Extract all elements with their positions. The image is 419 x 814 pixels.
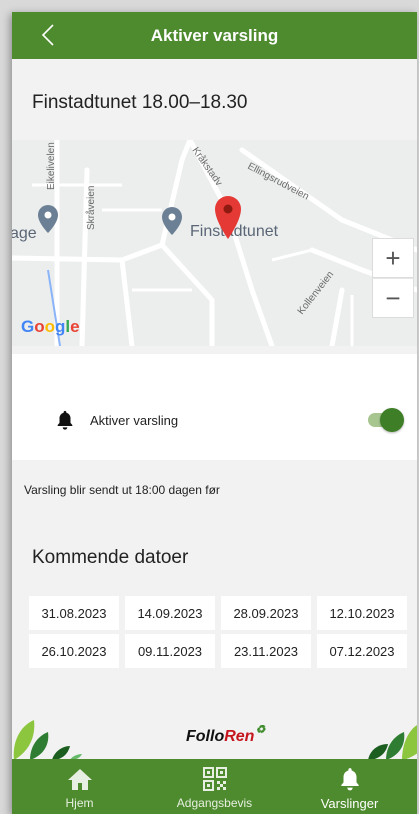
zoom-in-button[interactable]: +	[372, 238, 414, 278]
leaves-decoration	[13, 720, 82, 760]
nav-item-home[interactable]: Hjem	[12, 759, 147, 814]
google-logo: Google	[21, 317, 80, 336]
date-cell: 12.10.2023	[317, 596, 407, 630]
location-title: Finstadtunet 18.00–18.30	[32, 92, 248, 113]
alert-toggle-row[interactable]: Aktiver varsling	[54, 408, 404, 432]
bottom-nav: Hjem Adgangsbevis Varslinger	[12, 759, 417, 814]
alert-card	[12, 354, 417, 460]
nav-label: Adgangsbevis	[176, 796, 253, 810]
brand-part-2: Ren	[224, 728, 255, 745]
nav-item-access-card[interactable]: Adgangsbevis	[147, 759, 282, 814]
notice-text: Varsling blir sendt ut 18:00 dagen før	[24, 483, 220, 497]
date-cell: 31.08.2023	[29, 596, 119, 630]
dates-grid: 31.08.2023 14.09.2023 28.09.2023 12.10.2…	[29, 596, 413, 668]
alert-switch[interactable]	[368, 408, 404, 432]
recycle-icon: ♻	[255, 724, 266, 736]
leaves-decoration	[368, 725, 417, 760]
qr-code-icon	[202, 767, 227, 791]
street-label: Skråveien	[85, 186, 97, 230]
map-canvas: Eikelivelen Skråveien Kråkstadv Ellingsr…	[12, 140, 417, 346]
bell-icon	[57, 410, 73, 430]
follo-ren-logo: FolloRen♻	[186, 724, 265, 746]
switch-thumb	[380, 408, 404, 432]
app-header: Aktiver varsling	[12, 12, 417, 59]
map-view[interactable]: Eikelivelen Skråveien Kråkstadv Ellingsr…	[12, 140, 417, 346]
date-cell: 14.09.2023	[125, 596, 215, 630]
street-label: Eikelivelen	[46, 142, 57, 190]
chevron-left-icon	[41, 24, 54, 46]
nav-label: Hjem	[65, 796, 94, 810]
date-cell: 23.11.2023	[221, 634, 311, 668]
date-cell: 26.10.2023	[29, 634, 119, 668]
upcoming-dates-title: Kommende datoer	[32, 547, 189, 568]
date-cell: 07.12.2023	[317, 634, 407, 668]
nav-item-notifications[interactable]: Varslinger	[282, 759, 417, 814]
date-cell: 28.09.2023	[221, 596, 311, 630]
page-title: Aktiver varsling	[150, 25, 279, 45]
bell-icon	[340, 768, 359, 791]
back-button[interactable]	[36, 20, 60, 50]
nav-label: Varslinger	[320, 796, 379, 811]
date-cell: 09.11.2023	[125, 634, 215, 668]
alert-toggle-label: Aktiver varsling	[90, 412, 179, 428]
zoom-out-button[interactable]: −	[372, 278, 414, 318]
home-icon	[67, 769, 92, 790]
brand-part-1: Follo	[186, 728, 225, 745]
phone-screen: Aktiver varsling Finstadtunet 18.00–18.3…	[12, 12, 417, 814]
map-left-label: age	[12, 225, 37, 242]
